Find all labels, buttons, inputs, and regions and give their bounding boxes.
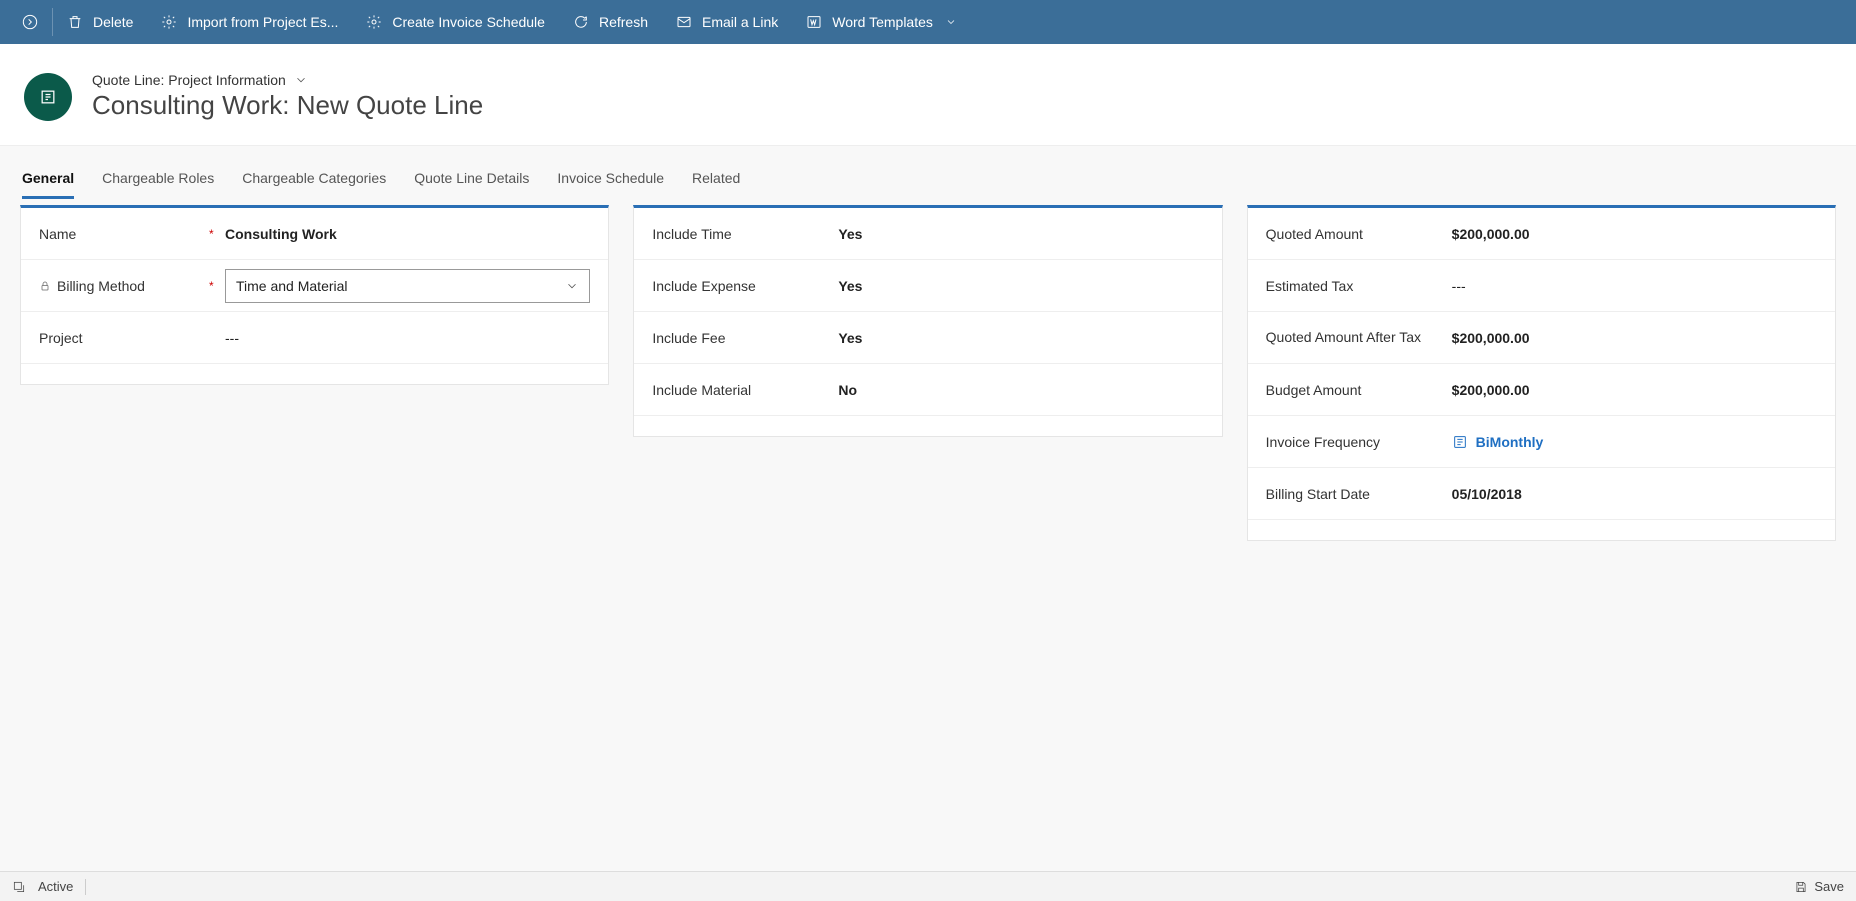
delete-button[interactable]: Delete bbox=[53, 0, 147, 44]
field-include-fee[interactable]: Include Fee Yes bbox=[634, 312, 1221, 364]
tab-invoice-schedule[interactable]: Invoice Schedule bbox=[557, 164, 664, 199]
field-billing-method[interactable]: Billing Method * Time and Material bbox=[21, 260, 608, 312]
email-label: Email a Link bbox=[702, 14, 778, 30]
field-budget-amount[interactable]: Budget Amount $200,000.00 bbox=[1248, 364, 1835, 416]
lookup-icon bbox=[1452, 434, 1468, 450]
entity-badge bbox=[24, 73, 72, 121]
name-label: Name bbox=[39, 226, 76, 242]
gear-icon bbox=[161, 14, 177, 30]
email-link-button[interactable]: Email a Link bbox=[662, 0, 792, 44]
tab-quote-line-details[interactable]: Quote Line Details bbox=[414, 164, 529, 199]
panel-spacer bbox=[21, 364, 608, 384]
status-text: Active bbox=[38, 879, 73, 894]
quoted-after-tax-label: Quoted Amount After Tax bbox=[1266, 329, 1421, 346]
record-header: Quote Line: Project Information Consulti… bbox=[0, 44, 1856, 145]
invoice-frequency-label: Invoice Frequency bbox=[1266, 434, 1380, 450]
panel-basic: Name * Consulting Work Billing Method * … bbox=[20, 205, 609, 385]
refresh-button[interactable]: Refresh bbox=[559, 0, 662, 44]
panel-includes: Include Time Yes Include Expense Yes Inc… bbox=[633, 205, 1222, 437]
budget-amount-label: Budget Amount bbox=[1266, 382, 1362, 398]
name-value: Consulting Work bbox=[225, 226, 590, 242]
tab-list: General Chargeable Roles Chargeable Cate… bbox=[20, 146, 1836, 205]
include-expense-value: Yes bbox=[838, 278, 1203, 294]
include-fee-value: Yes bbox=[838, 330, 1203, 346]
word-templates-label: Word Templates bbox=[832, 14, 933, 30]
form-panels: Name * Consulting Work Billing Method * … bbox=[20, 205, 1836, 541]
import-label: Import from Project Es... bbox=[187, 14, 338, 30]
field-quoted-after-tax[interactable]: Quoted Amount After Tax $200,000.00 bbox=[1248, 312, 1835, 364]
back-button[interactable] bbox=[8, 0, 52, 44]
project-label: Project bbox=[39, 330, 83, 346]
include-time-value: Yes bbox=[838, 226, 1203, 242]
estimated-tax-label: Estimated Tax bbox=[1266, 278, 1354, 294]
create-invoice-label: Create Invoice Schedule bbox=[392, 14, 545, 30]
billing-method-select[interactable]: Time and Material bbox=[225, 269, 590, 303]
quote-line-icon bbox=[38, 87, 58, 107]
field-include-expense[interactable]: Include Expense Yes bbox=[634, 260, 1221, 312]
refresh-icon bbox=[573, 14, 589, 30]
invoice-frequency-text: BiMonthly bbox=[1476, 434, 1544, 450]
field-include-material[interactable]: Include Material No bbox=[634, 364, 1221, 416]
field-billing-start-date[interactable]: Billing Start Date 05/10/2018 bbox=[1248, 468, 1835, 520]
panel-spacer bbox=[1248, 520, 1835, 540]
estimated-tax-value: --- bbox=[1452, 278, 1817, 294]
lock-icon bbox=[39, 280, 51, 292]
billing-start-value: 05/10/2018 bbox=[1452, 486, 1817, 502]
chevron-down-icon bbox=[565, 279, 579, 293]
trash-icon bbox=[67, 14, 83, 30]
import-button[interactable]: Import from Project Es... bbox=[147, 0, 352, 44]
quoted-amount-value: $200,000.00 bbox=[1452, 226, 1817, 242]
field-project[interactable]: Project --- bbox=[21, 312, 608, 364]
tab-general[interactable]: General bbox=[22, 164, 74, 199]
quoted-after-tax-value: $200,000.00 bbox=[1452, 330, 1817, 346]
field-invoice-frequency[interactable]: Invoice Frequency BiMonthly bbox=[1248, 416, 1835, 468]
breadcrumb-text: Quote Line: Project Information bbox=[92, 72, 286, 88]
include-time-label: Include Time bbox=[652, 226, 731, 242]
field-quoted-amount[interactable]: Quoted Amount $200,000.00 bbox=[1248, 208, 1835, 260]
status-bar: Active Save bbox=[0, 871, 1856, 901]
tab-chargeable-categories[interactable]: Chargeable Categories bbox=[242, 164, 386, 199]
required-indicator: * bbox=[209, 279, 219, 293]
billing-start-label: Billing Start Date bbox=[1266, 486, 1370, 502]
content-area: General Chargeable Roles Chargeable Cate… bbox=[0, 145, 1856, 871]
invoice-frequency-value[interactable]: BiMonthly bbox=[1452, 434, 1817, 450]
email-icon bbox=[676, 14, 692, 30]
refresh-label: Refresh bbox=[599, 14, 648, 30]
include-expense-label: Include Expense bbox=[652, 278, 756, 294]
field-estimated-tax[interactable]: Estimated Tax --- bbox=[1248, 260, 1835, 312]
panel-amounts: Quoted Amount $200,000.00 Estimated Tax … bbox=[1247, 205, 1836, 541]
include-material-value: No bbox=[838, 382, 1203, 398]
tab-chargeable-roles[interactable]: Chargeable Roles bbox=[102, 164, 214, 199]
include-material-label: Include Material bbox=[652, 382, 751, 398]
word-icon bbox=[806, 14, 822, 30]
tab-related[interactable]: Related bbox=[692, 164, 740, 199]
separator bbox=[85, 879, 86, 895]
create-invoice-schedule-button[interactable]: Create Invoice Schedule bbox=[352, 0, 559, 44]
chevron-down-icon bbox=[945, 16, 957, 28]
field-include-time[interactable]: Include Time Yes bbox=[634, 208, 1221, 260]
field-name[interactable]: Name * Consulting Work bbox=[21, 208, 608, 260]
budget-amount-value: $200,000.00 bbox=[1452, 382, 1817, 398]
quoted-amount-label: Quoted Amount bbox=[1266, 226, 1363, 242]
billing-value: Time and Material bbox=[236, 278, 348, 294]
gear-icon bbox=[366, 14, 382, 30]
project-value: --- bbox=[225, 330, 590, 346]
popout-icon[interactable] bbox=[12, 880, 26, 894]
chevron-down-icon bbox=[294, 73, 308, 87]
page-title: Consulting Work: New Quote Line bbox=[92, 90, 483, 121]
panel-spacer bbox=[634, 416, 1221, 436]
required-indicator: * bbox=[209, 227, 219, 241]
breadcrumb[interactable]: Quote Line: Project Information bbox=[92, 72, 483, 88]
save-label: Save bbox=[1814, 879, 1844, 894]
word-templates-button[interactable]: Word Templates bbox=[792, 0, 971, 44]
billing-label: Billing Method bbox=[57, 278, 145, 294]
chevron-right-circle-icon bbox=[22, 14, 38, 30]
save-icon bbox=[1794, 880, 1808, 894]
command-bar: Delete Import from Project Es... Create … bbox=[0, 0, 1856, 44]
include-fee-label: Include Fee bbox=[652, 330, 725, 346]
delete-label: Delete bbox=[93, 14, 133, 30]
save-button[interactable]: Save bbox=[1794, 879, 1844, 894]
